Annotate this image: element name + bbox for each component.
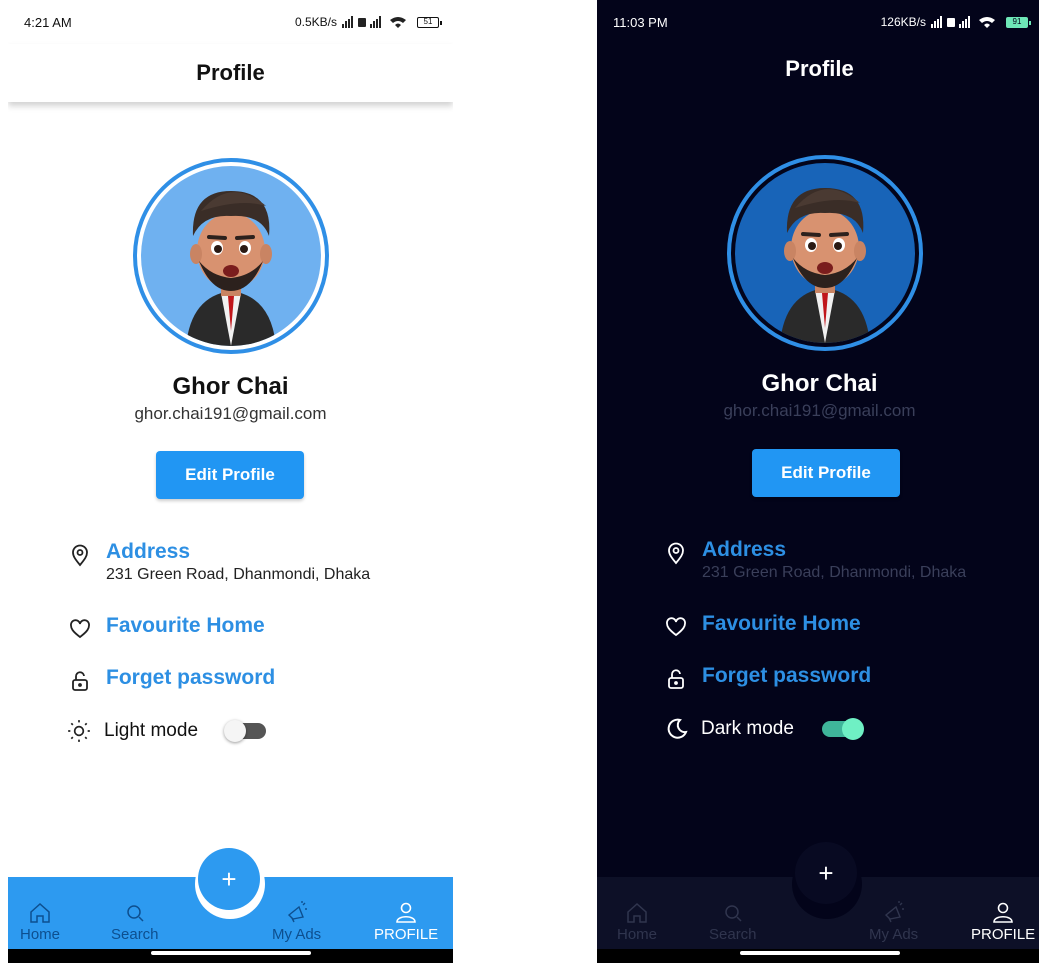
dark-mode-screen: 11:03 PM 126KB/s 91 Profile Ghor Chai gh… [597, 0, 1039, 963]
avatar-image [735, 163, 915, 343]
nav-profile-label: PROFILE [374, 926, 439, 943]
plus-icon: + [221, 863, 237, 894]
forget-password-item[interactable]: Forget password [68, 666, 275, 693]
forget-password-label: Forget password [106, 666, 276, 689]
signal-icon [342, 16, 406, 28]
status-bar: 11:03 PM 126KB/s 91 [597, 0, 1039, 44]
theme-mode-row: Dark mode [665, 717, 864, 741]
home-indicator[interactable] [150, 951, 311, 955]
nav-profile[interactable]: PROFILE [971, 899, 1035, 943]
theme-mode-row: Light mode [66, 718, 267, 744]
toggle-knob [841, 718, 864, 740]
profile-name: Ghor Chai [761, 370, 878, 397]
home-indicator[interactable] [739, 951, 900, 955]
status-bar: 4:21 AM 0.5KB/s 51 [8, 0, 453, 44]
edit-profile-button[interactable]: Edit Profile [752, 449, 900, 497]
megaphone-icon [287, 901, 307, 923]
home-icon [30, 902, 50, 923]
address-value: 231 Green Road, Dhanmondi, Dhaka [106, 566, 371, 583]
nav-my-ads[interactable]: My Ads [272, 901, 321, 943]
system-home-bar [597, 949, 1039, 963]
page-title: Profile [196, 60, 265, 85]
mode-label: Dark mode [701, 718, 794, 739]
unlock-icon [668, 669, 684, 689]
profile-email: ghor.chai191@gmail.com [134, 404, 327, 423]
theme-toggle[interactable] [821, 718, 864, 740]
bottom-navigation: + Home Search My Ads PROFILE [8, 848, 453, 949]
app-bar: Profile [597, 40, 1039, 98]
home-icon [627, 902, 647, 923]
sun-icon [68, 720, 90, 742]
theme-toggle[interactable] [224, 720, 267, 742]
nav-my-ads-label: My Ads [272, 926, 322, 943]
nav-home[interactable]: Home [20, 901, 60, 943]
megaphone-icon [884, 901, 904, 923]
mode-label: Light mode [104, 720, 199, 741]
network-speed: 126KB/s [880, 15, 926, 29]
avatar[interactable] [133, 158, 329, 354]
status-time: 11:03 PM [613, 14, 668, 30]
location-pin-icon [72, 544, 88, 567]
favourite-home-label: Favourite Home [106, 614, 265, 637]
nav-search[interactable]: Search [111, 901, 159, 943]
forget-password-label: Forget password [702, 664, 872, 687]
heart-icon [70, 619, 90, 639]
profile-name: Ghor Chai [172, 373, 289, 400]
add-listing-button[interactable]: + [198, 848, 260, 910]
nav-search-label: Search [709, 926, 757, 943]
nav-home[interactable]: Home [617, 901, 657, 943]
network-speed: 0.5KB/s [294, 15, 337, 29]
status-time: 4:21 AM [24, 14, 72, 30]
avatar-image [141, 166, 321, 346]
nav-my-ads-label: My Ads [869, 926, 919, 943]
battery-icon: 51 [417, 16, 442, 28]
nav-search-label: Search [111, 926, 159, 943]
forget-password-item[interactable]: Forget password [664, 664, 871, 691]
favourite-home-label: Favourite Home [702, 612, 861, 635]
nav-my-ads[interactable]: My Ads [869, 901, 918, 943]
address-value: 231 Green Road, Dhanmondi, Dhaka [702, 564, 967, 581]
battery-icon: 91 [1006, 16, 1031, 28]
toggle-knob [224, 720, 247, 742]
add-listing-button[interactable]: + [795, 842, 857, 904]
page-title: Profile [785, 56, 854, 81]
edit-profile-button[interactable]: Edit Profile [156, 451, 304, 499]
person-icon [396, 902, 416, 923]
nav-home-label: Home [617, 926, 658, 943]
nav-search[interactable]: Search [709, 901, 757, 943]
nav-home-label: Home [20, 926, 61, 943]
status-indicators: 126KB/s 91 [880, 15, 1031, 29]
light-mode-screen: 4:21 AM 0.5KB/s 51 Profile Ghor Chai gho… [8, 0, 453, 963]
address-item[interactable]: Address 231 Green Road, Dhanmondi, Dhaka [68, 540, 370, 584]
heart-icon [666, 617, 686, 637]
app-bar: Profile [8, 44, 453, 102]
moon-icon [667, 718, 688, 739]
person-icon [993, 902, 1013, 923]
favourite-home-item[interactable]: Favourite Home [664, 612, 861, 639]
search-icon [127, 905, 144, 922]
favourite-home-item[interactable]: Favourite Home [68, 614, 265, 641]
location-pin-icon [668, 542, 684, 565]
address-item[interactable]: Address 231 Green Road, Dhanmondi, Dhaka [664, 538, 966, 582]
avatar[interactable] [727, 155, 923, 351]
address-title: Address [702, 538, 787, 561]
plus-icon: + [818, 857, 834, 888]
signal-icon [931, 16, 995, 28]
address-title: Address [106, 540, 191, 563]
nav-profile-label: PROFILE [971, 926, 1036, 943]
bottom-navigation: + Home Search My Ads PROFILE [597, 842, 1039, 949]
unlock-icon [72, 671, 88, 691]
system-home-bar [8, 949, 453, 963]
nav-profile[interactable]: PROFILE [374, 899, 438, 943]
profile-email: ghor.chai191@gmail.com [723, 401, 916, 420]
status-indicators: 0.5KB/s 51 [294, 15, 442, 29]
search-icon [725, 905, 742, 922]
